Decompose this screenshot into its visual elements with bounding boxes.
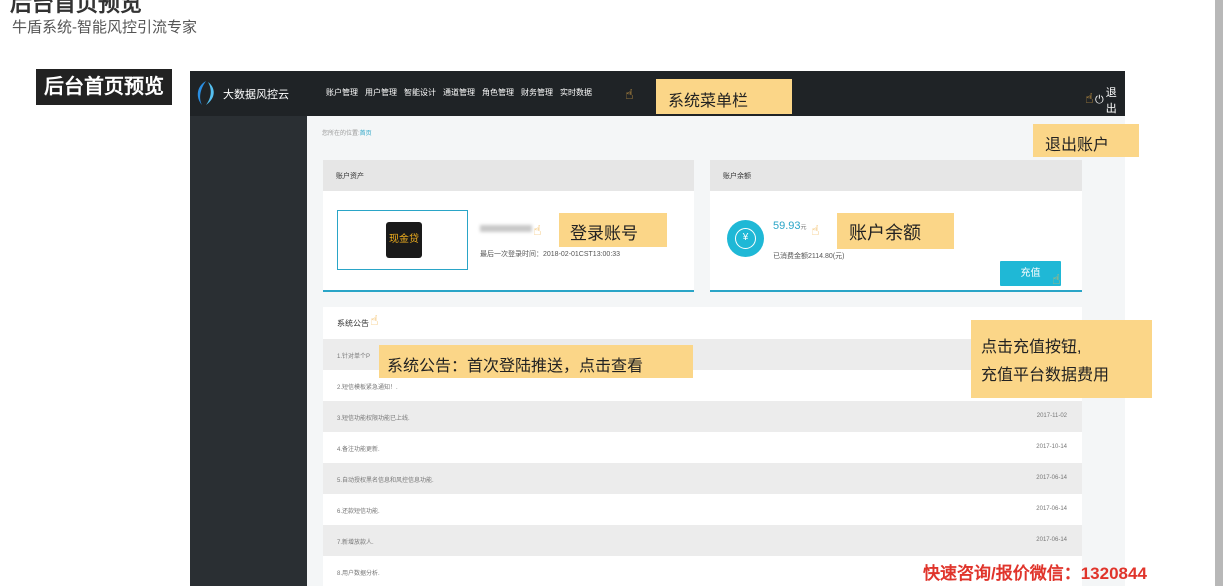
account-logo-box: 现金贷 [337,210,468,270]
notice-date: 2017-10-14 [1036,444,1067,450]
spent-amount: 已消费金额2114.80(元) [773,253,845,260]
scrollbar[interactable] [1215,0,1223,586]
balance-unit: 元 [800,225,807,231]
nav-item-finance[interactable]: 财务管理 [521,87,553,98]
sidebar [190,116,307,586]
pointer-hand-icon: ☝ [1052,271,1061,287]
breadcrumb-home-link[interactable]: 首页 [360,131,372,137]
breadcrumb: 您所在的位置:首页 [322,128,372,137]
notice-date: 2017-06-14 [1036,475,1067,481]
notice-row[interactable]: 6.还款短信功能. 2017-06-14 [323,494,1082,525]
pointer-hand-icon: ☝ [811,222,820,238]
notice-text: 6.还款短信功能. [337,509,380,515]
notice-text: 3.短信功能权限功能已上线. [337,416,410,422]
notice-text: 1.针对单个P [337,354,371,360]
notice-row[interactable]: 4.备注功能更新. 2017-10-14 [323,432,1082,463]
blurred-account-name [480,225,532,232]
logout-button[interactable]: ⏻ 退出 [1095,84,1125,116]
nav-item-channel[interactable]: 通道管理 [443,87,475,98]
notice-date: 2017-06-14 [1036,537,1067,543]
section-label: 后台首页预览 [36,69,172,105]
page-subtitle: 牛盾系统-智能风控引流专家 [12,19,197,36]
page: 后台首页预览 牛盾系统-智能风控引流专家 后台首页预览 大数据风控云 账户管理 … [0,0,1223,586]
notice-panel-title: 系统公告 [337,319,369,328]
pointer-hand-icon: ☝ [625,86,634,102]
notice-text: 4.备注功能更新. [337,447,380,453]
coin-icon: ¥ [727,220,764,257]
last-login-time: 最后一次登录时间：2018-02-01CST13:00:33 [480,251,621,258]
notice-row[interactable]: 5.自动授权黑名信息和风控信息功能. 2017-06-14 [323,463,1082,494]
notice-text: 8.用户数据分析. [337,571,380,577]
power-icon: ⏻ [1095,93,1104,106]
notice-date: 2017-06-14 [1036,506,1067,512]
callout-account: 登录账号 [559,213,667,247]
callout-balance: 账户余额 [837,213,954,249]
notice-text: 7.新增放款人. [337,540,374,546]
nav-item-users[interactable]: 用户管理 [365,87,397,98]
balance-value: 59.93 [773,220,801,232]
breadcrumb-prefix: 您所在的位置: [322,131,360,137]
account-logo: 现金贷 [386,222,422,258]
callout-recharge: 点击充值按钮, 充值平台数据费用 [971,320,1152,398]
pointer-hand-icon: ☝ [533,222,542,238]
nav-item-roles[interactable]: 角色管理 [482,87,514,98]
notice-date: 2017-11-02 [1036,413,1067,419]
brand-logo-icon [197,81,214,105]
main-menu: 账户管理 用户管理 智能设计 通道管理 角色管理 财务管理 实时数据 [326,87,592,98]
notice-text: 2.短信模板紧急通知！. [337,385,398,391]
logout-label: 退出 [1105,87,1117,115]
assets-panel-title: 账户资产 [323,160,694,191]
pointer-hand-icon: ☝ [370,312,379,328]
callout-notice: 系统公告：首次登陆推送，点击查看 [379,345,693,378]
callout-menu: 系统菜单栏 [656,79,792,114]
pointer-hand-icon: ☝ [1085,90,1094,106]
nav-item-design[interactable]: 智能设计 [404,87,436,98]
brand-name: 大数据风控云 [223,89,289,101]
contact-ad: 快速咨询/报价微信：1320844 [923,564,1147,583]
balance-amount: 59.93元 [773,220,807,232]
callout-recharge-line2: 充值平台数据费用 [981,367,1110,384]
notice-text: 5.自动授权黑名信息和风控信息功能. [337,478,434,484]
callout-recharge-line1: 点击充值按钮, [981,339,1082,356]
callout-logout: 退出账户 [1033,124,1139,157]
balance-panel-title: 账户余额 [710,160,1082,191]
nav-item-account[interactable]: 账户管理 [326,87,358,98]
notice-row[interactable]: 3.短信功能权限功能已上线. 2017-11-02 [323,401,1082,432]
nav-item-realtime[interactable]: 实时数据 [560,87,592,98]
notice-row[interactable]: 7.新增放款人. 2017-06-14 [323,525,1082,556]
